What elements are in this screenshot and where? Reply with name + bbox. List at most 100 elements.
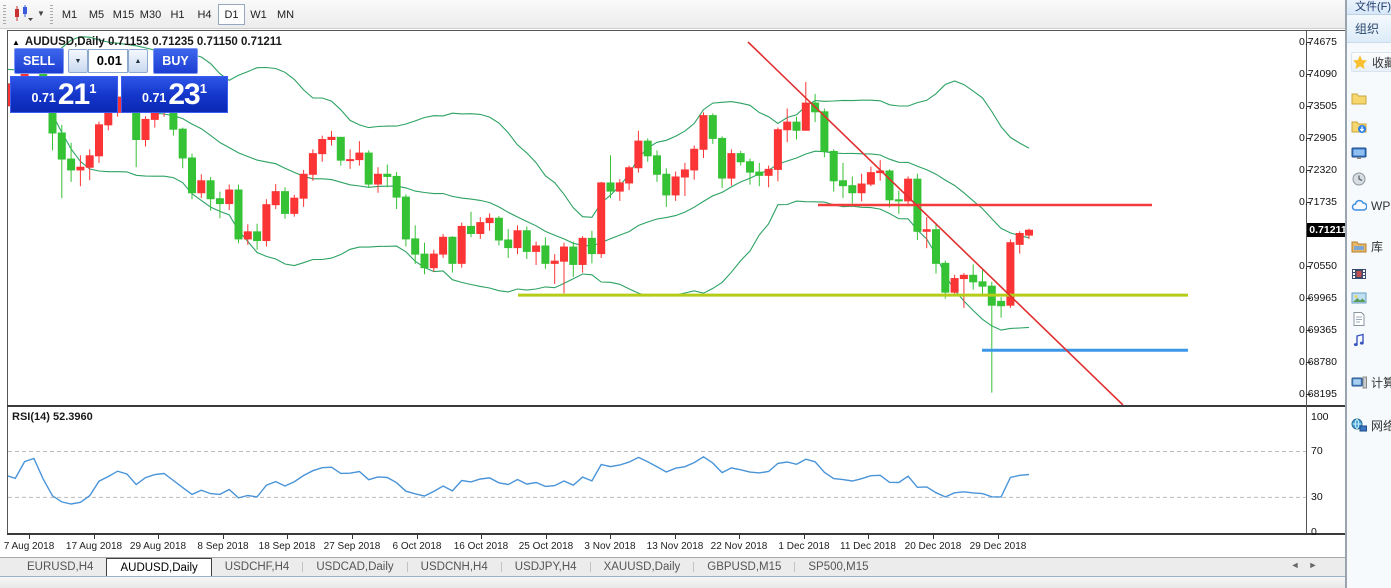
candle xyxy=(551,261,558,263)
chart-tab-usdchf[interactable]: USDCHF,H4 xyxy=(212,558,303,576)
mt4-terminal: ▼ M1M5M15M30H1H4D1W1MN ▲AUDUSD,Daily 0.7… xyxy=(0,0,1391,588)
chart-tab-gbpusd[interactable]: GBPUSD,M15 xyxy=(694,558,794,576)
tabs-scroll-right[interactable]: ► xyxy=(1306,560,1320,570)
sell-price-panel[interactable]: 0.71 21 1 xyxy=(10,76,118,113)
candle xyxy=(691,149,698,170)
volume-input[interactable]: 0.01 xyxy=(88,49,128,73)
volume-decrease-button[interactable]: ▼ xyxy=(68,49,88,73)
candle xyxy=(207,181,214,199)
explorer-menu-file[interactable]: 文件(F) xyxy=(1347,0,1391,15)
candle xyxy=(356,153,363,160)
sidebar-item-libraries[interactable]: 库 xyxy=(1351,236,1391,256)
sell-price-pip: 1 xyxy=(89,81,96,96)
sidebar-item-documents[interactable] xyxy=(1351,309,1391,329)
candle xyxy=(347,160,354,161)
sidebar-item-folder[interactable] xyxy=(1351,88,1391,108)
timeframe-toolbar: ▼ M1M5M15M30H1H4D1W1MN xyxy=(0,0,1345,29)
timeframe-button-w1[interactable]: W1 xyxy=(245,4,272,25)
candle xyxy=(588,238,595,253)
candle xyxy=(440,237,447,254)
time-axis-tick xyxy=(868,535,869,539)
sidebar-item-music[interactable] xyxy=(1351,330,1391,350)
candle xyxy=(421,254,428,268)
picture-icon xyxy=(1351,290,1368,306)
sell-price-prefix: 0.71 xyxy=(32,91,56,105)
time-axis-label: 22 Nov 2018 xyxy=(703,541,775,552)
time-axis-tick xyxy=(417,535,418,539)
candle xyxy=(579,238,586,264)
timeframe-button-h1[interactable]: H1 xyxy=(164,4,191,25)
time-axis-tick xyxy=(739,535,740,539)
candle xyxy=(598,183,605,254)
timeframe-button-m1[interactable]: M1 xyxy=(56,4,83,25)
sidebar-item-favorites[interactable]: 收藏夹 xyxy=(1351,52,1391,72)
candle xyxy=(979,282,986,286)
time-axis-label: 29 Dec 2018 xyxy=(962,541,1034,552)
chart-tab-usdcad[interactable]: USDCAD,Daily xyxy=(303,558,406,576)
rsi-indicator-pane[interactable] xyxy=(8,408,1306,533)
volume-increase-button[interactable]: ▲ xyxy=(128,49,148,73)
sidebar-item-videos[interactable] xyxy=(1351,264,1391,284)
candle xyxy=(784,122,791,130)
timeframe-button-m30[interactable]: M30 xyxy=(137,4,164,25)
candle xyxy=(96,125,103,156)
chart-symbol-title: ▲AUDUSD,Daily 0.71153 0.71235 0.71150 0.… xyxy=(12,36,282,48)
film-icon xyxy=(1351,266,1368,282)
document-icon xyxy=(1351,311,1368,327)
candle xyxy=(244,232,251,239)
buy-price-panel[interactable]: 0.71 23 1 xyxy=(121,76,228,113)
sidebar-item-wps-cloud[interactable]: WPS xyxy=(1351,196,1391,216)
candle xyxy=(309,154,316,175)
chart-tab-usdcnh[interactable]: USDCNH,H4 xyxy=(408,558,501,576)
timeframe-button-h4[interactable]: H4 xyxy=(191,4,218,25)
chart-tab-sp500[interactable]: SP500,M15 xyxy=(795,558,881,576)
sell-button[interactable]: SELL xyxy=(14,48,64,74)
sidebar-item-downloads[interactable] xyxy=(1351,116,1391,136)
explorer-organize-button[interactable]: 组织 xyxy=(1347,15,1391,43)
candle xyxy=(282,192,289,214)
chart-tab-usdjpy[interactable]: USDJPY,H4 xyxy=(502,558,590,576)
chart-mode-dropdown[interactable]: ▼ xyxy=(37,9,49,21)
timeframe-button-d1[interactable]: D1 xyxy=(218,4,245,25)
time-axis-tick xyxy=(158,535,159,539)
time-axis-label: 11 Dec 2018 xyxy=(832,541,904,552)
sidebar-item-computer[interactable]: 计算机 xyxy=(1351,372,1391,392)
time-axis-tick xyxy=(223,535,224,539)
toolbar-separator xyxy=(50,5,53,24)
candle xyxy=(570,247,577,264)
candle xyxy=(886,171,893,200)
time-axis-label: 7 Aug 2018 xyxy=(0,541,65,552)
candle xyxy=(719,138,726,178)
tabs-scroll-left[interactable]: ◄ xyxy=(1288,560,1302,570)
timeframe-buttons: M1M5M15M30H1H4D1W1MN xyxy=(56,4,299,25)
candle xyxy=(189,158,196,193)
candle xyxy=(328,137,335,139)
toolbar-grip[interactable] xyxy=(3,5,6,24)
chart-tab-xauusd[interactable]: XAUUSD,Daily xyxy=(591,558,694,576)
sidebar-item-pictures[interactable] xyxy=(1351,288,1391,308)
chart-tab-eurusd[interactable]: EURUSD,H4 xyxy=(14,558,106,576)
pane-divider[interactable] xyxy=(7,405,1345,407)
rsi-axis-label: 100 xyxy=(1311,411,1341,423)
buy-button[interactable]: BUY xyxy=(153,48,198,74)
candle xyxy=(216,199,223,204)
candle xyxy=(849,186,856,193)
time-axis-label: 29 Aug 2018 xyxy=(122,541,194,552)
candle xyxy=(654,156,661,174)
sidebar-item-desktop[interactable] xyxy=(1351,143,1391,163)
candle xyxy=(858,184,865,193)
chart-tab-audusd[interactable]: AUDUSD,Daily xyxy=(106,558,211,576)
one-click-collapse-icon[interactable]: ▲ xyxy=(12,38,20,47)
buy-price-pip: 1 xyxy=(200,81,207,96)
timeframe-button-m15[interactable]: M15 xyxy=(110,4,137,25)
sidebar-item-network[interactable]: 网络 xyxy=(1351,415,1391,435)
candle xyxy=(495,218,502,240)
rsi-axis-label: 0 xyxy=(1311,526,1341,538)
candle xyxy=(375,174,382,184)
timeframe-button-mn[interactable]: MN xyxy=(272,4,299,25)
candle xyxy=(86,156,93,167)
chart-mode-button[interactable] xyxy=(10,3,36,25)
timeframe-button-m5[interactable]: M5 xyxy=(83,4,110,25)
price-axis-label: 0.68195 xyxy=(1291,388,1337,400)
sidebar-item-recent-places[interactable] xyxy=(1351,169,1391,189)
